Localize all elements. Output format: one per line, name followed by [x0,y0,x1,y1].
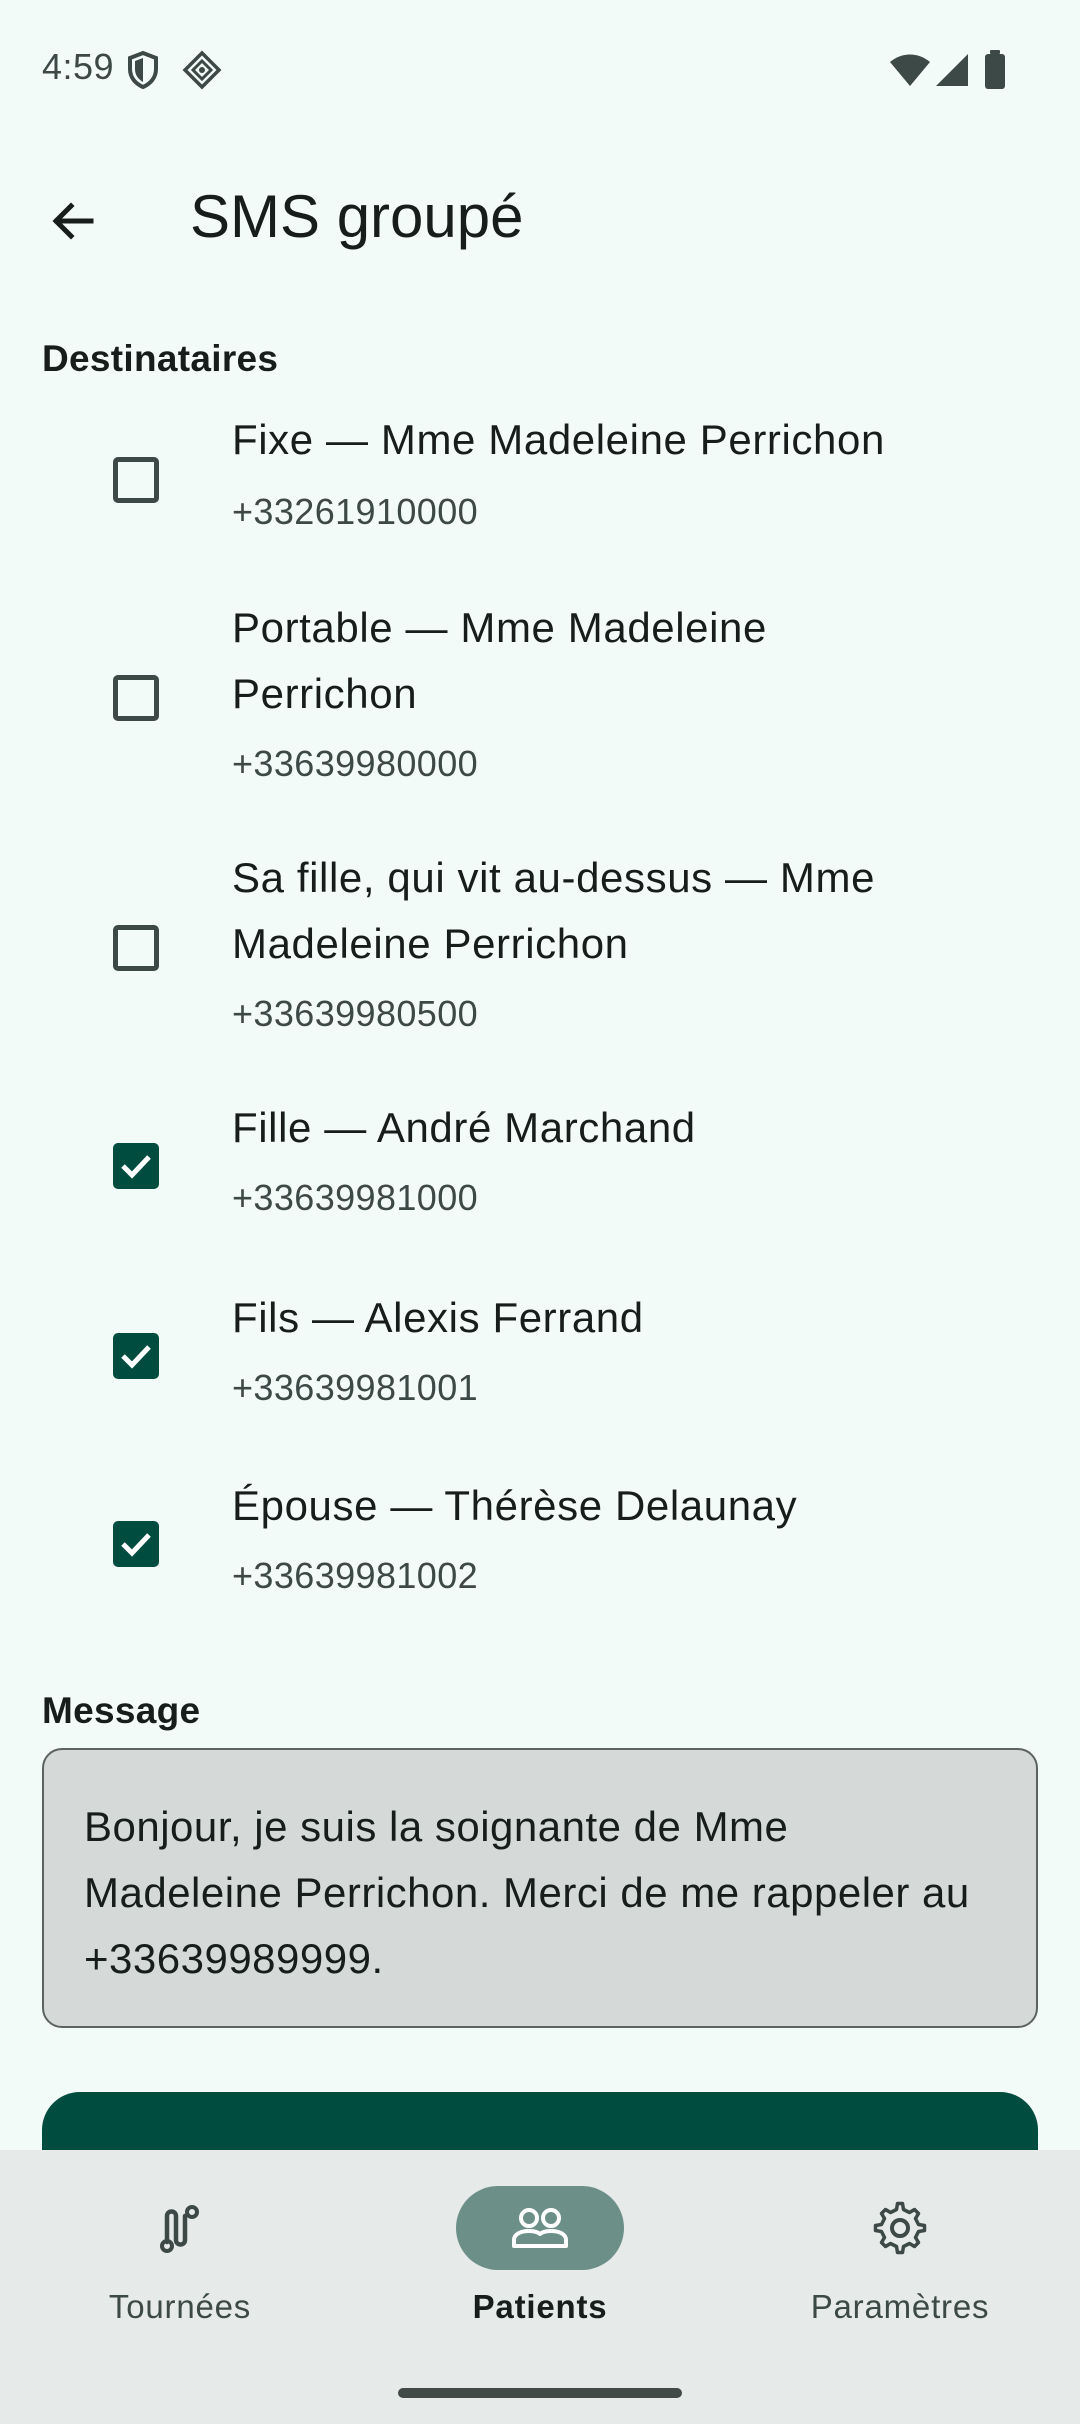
recipient-item[interactable]: Portable — Mme Madeleine Perrichon +3363… [0,595,1080,795]
recipient-phone: +33639981001 [232,1367,479,1408]
status-time: 4:59 [42,46,115,87]
people-icon [512,2208,568,2248]
recipient-phone: +33639980500 [232,993,479,1034]
message-section-label: Message [42,1690,201,1731]
recipient-name: Fils — Alexis Ferrand [232,1294,644,1341]
recipient-checkbox[interactable] [113,925,159,971]
recipient-phone: +33639980000 [232,743,479,784]
nav-item-patients[interactable]: Patients [360,2150,720,2370]
page-title: SMS groupé [190,183,524,250]
message-input[interactable]: Bonjour, je suis la soignante de Mme Mad… [42,1748,1038,2028]
top-app-bar: SMS groupé [0,140,1080,290]
recipient-name: Épouse — Thérèse Delaunay [232,1482,798,1529]
recipient-item[interactable]: Fixe — Mme Madeleine Perrichon +33261910… [0,395,1080,565]
recipient-item[interactable]: Épouse — Thérèse Delaunay +33639981002 [0,1473,1080,1643]
recipient-item[interactable]: Fille — André Marchand +33639981000 [0,1095,1080,1265]
recipient-phone: +33639981000 [232,1177,479,1218]
home-indicator [398,2388,682,2398]
nav-label: Tournées [108,2288,252,2325]
nav-item-tournees[interactable]: Tournées [0,2150,360,2370]
recipient-checkbox[interactable] [113,675,159,721]
recipient-checkbox[interactable] [113,1143,159,1189]
recipient-name: Portable — Mme Madeleine Perrichon [232,604,767,717]
battery-icon [984,50,1006,95]
status-bar: 4:59 [0,0,1080,140]
recipient-item[interactable]: Sa fille, qui vit au-dessus — Mme Madele… [0,845,1080,1045]
recipient-name: Fixe — Mme Madeleine Perrichon [232,416,885,463]
nav-item-parametres[interactable]: Paramètres [720,2150,1080,2370]
check-icon [121,1155,151,1179]
nav-label: Patients [472,2288,608,2325]
recipient-name: Fille — André Marchand [232,1104,696,1151]
vpn-key-icon [182,50,222,95]
recipient-item[interactable]: Fils — Alexis Ferrand +33639981001 [0,1285,1080,1455]
bottom-navigation: Tournées Patients Paramètres [0,2150,1080,2424]
recipient-checkbox[interactable] [113,1521,159,1567]
route-icon [160,2205,199,2253]
cellular-signal-icon [934,52,970,93]
recipients-section-label: Destinataires [42,338,279,379]
recipient-phone: +33261910000 [232,491,479,532]
nav-label: Paramètres [810,2288,990,2325]
recipient-checkbox[interactable] [113,1333,159,1379]
check-icon [121,1345,151,1369]
check-icon [121,1533,151,1557]
arrow-left-icon [52,202,94,240]
shield-icon [126,50,160,95]
back-button[interactable] [28,176,118,266]
recipient-name: Sa fille, qui vit au-dessus — Mme Madele… [232,854,876,967]
recipient-checkbox[interactable] [113,457,159,503]
recipient-phone: +33639981002 [232,1555,479,1596]
wifi-icon [888,52,932,93]
gear-icon [873,2201,927,2255]
